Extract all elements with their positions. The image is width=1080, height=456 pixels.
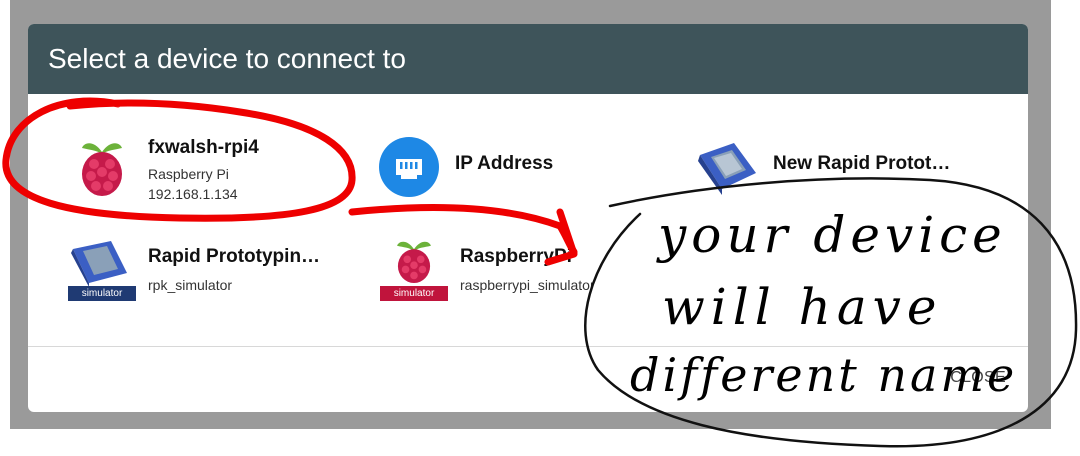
- dialog-title: Select a device to connect to: [48, 43, 406, 74]
- device-name: New Rapid Protot…: [773, 153, 951, 174]
- simulator-badge: simulator: [380, 286, 448, 301]
- device-name: RaspberryPi: [460, 246, 572, 267]
- device-text: RaspberryPi raspberrypi_simulator: [460, 239, 650, 295]
- device-subtitle: raspberrypi_simulator: [460, 277, 595, 293]
- device-name: IP Address: [455, 153, 554, 174]
- dialog-header: Select a device to connect to: [28, 24, 1028, 94]
- dialog-divider: [28, 346, 1028, 347]
- close-button[interactable]: CLOSE: [950, 369, 1006, 387]
- device-select-dialog: Select a device to connect to fxwalsh-rp…: [28, 24, 1028, 412]
- device-name: Rapid Prototypin…: [148, 246, 321, 267]
- device-subtitle: rpk_simulator: [148, 277, 233, 293]
- rapid-prototyping-kit-icon: [691, 136, 763, 198]
- device-text: Rapid Prototypin… rpk_simulator: [148, 239, 338, 295]
- device-item-rapid-prototyping-simulator[interactable]: simulator Rapid Prototypin… rpk_simulato…: [66, 239, 338, 301]
- device-item-raspberrypi-simulator[interactable]: simulator RaspberryPi raspberrypi_simula…: [378, 239, 650, 301]
- device-type: Raspberry Pi: [148, 166, 229, 182]
- device-text: IP Address: [455, 136, 645, 176]
- rapid-prototyping-kit-icon: simulator: [66, 239, 138, 301]
- device-ip: 192.168.1.134: [148, 186, 238, 202]
- simulator-badge: simulator: [68, 286, 136, 301]
- device-item-fxwalsh-rpi4[interactable]: fxwalsh-rpi4 Raspberry Pi 192.168.1.134: [66, 136, 338, 204]
- device-item-ip-address[interactable]: IP Address: [373, 136, 645, 198]
- ethernet-port-icon: [373, 136, 445, 198]
- device-item-new-rapid-prototyping[interactable]: New Rapid Protot…: [691, 136, 963, 198]
- raspberry-pi-icon: simulator: [378, 239, 450, 301]
- device-name: fxwalsh-rpi4: [148, 137, 259, 158]
- device-text: fxwalsh-rpi4 Raspberry Pi 192.168.1.134: [148, 136, 338, 204]
- device-text: New Rapid Protot…: [773, 136, 963, 176]
- raspberry-pi-icon: [66, 136, 138, 198]
